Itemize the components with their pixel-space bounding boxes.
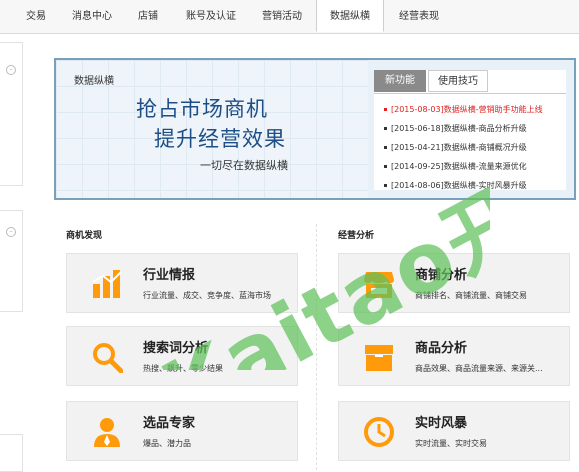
tab-data-insight[interactable]: 数据纵横	[316, 0, 384, 32]
card-product-selection[interactable]: 选品专家 爆品、潜力品	[66, 401, 298, 461]
collapse-icon[interactable]: –	[6, 227, 16, 237]
top-nav: 交易 消息中心 店铺 账号及认证 营销活动 数据纵横 经营表现	[0, 0, 579, 34]
clock-icon	[364, 417, 394, 447]
news-item-text[interactable]: [2015-06-18]数据纵横-商品分析升级	[391, 124, 527, 133]
banner-title: 数据纵横	[74, 76, 114, 87]
card-realtime-storm[interactable]: 实时风暴 实时流量、实时交易	[338, 401, 570, 461]
tab-tips[interactable]: 使用技巧	[428, 70, 488, 92]
left-section	[0, 434, 23, 472]
tab-message-center[interactable]: 消息中心	[62, 0, 122, 33]
kaitao-watermark: Kaitao开淘	[147, 150, 490, 370]
tab-account-auth[interactable]: 账号及认证	[176, 0, 246, 33]
card-desc: 实时流量、实时交易	[415, 439, 487, 448]
tab-new-features[interactable]: 新功能	[374, 70, 426, 92]
banner-headline-2: 提升经营效果	[154, 127, 286, 151]
left-section: –	[0, 42, 23, 186]
tab-performance[interactable]: 经营表现	[388, 0, 450, 33]
tab-trade[interactable]: 交易	[18, 0, 54, 33]
svg-text:Kaitao开淘: Kaitao开淘	[147, 150, 490, 370]
news-item[interactable]: [2015-06-18]数据纵横-商品分析升级	[384, 123, 527, 134]
left-section: –	[0, 210, 23, 312]
card-desc: 爆品、潜力品	[143, 439, 191, 448]
news-divider	[374, 93, 566, 94]
banner-headline-1: 抢占市场商机	[136, 97, 268, 121]
tab-marketing[interactable]: 营销活动	[252, 0, 312, 33]
collapse-icon[interactable]: –	[6, 65, 16, 75]
news-item-text[interactable]: [2015-08-03]数据纵横-营销助手功能上线	[391, 105, 543, 114]
card-title: 选品专家	[143, 416, 196, 431]
news-item[interactable]: [2015-08-03]数据纵横-营销助手功能上线	[384, 104, 543, 115]
section-title-opportunity: 商机发现	[66, 231, 103, 241]
tab-shop[interactable]: 店铺	[128, 0, 168, 33]
card-title: 实时风暴	[415, 416, 468, 431]
person-icon	[94, 418, 120, 447]
left-pane: – –	[0, 34, 44, 472]
